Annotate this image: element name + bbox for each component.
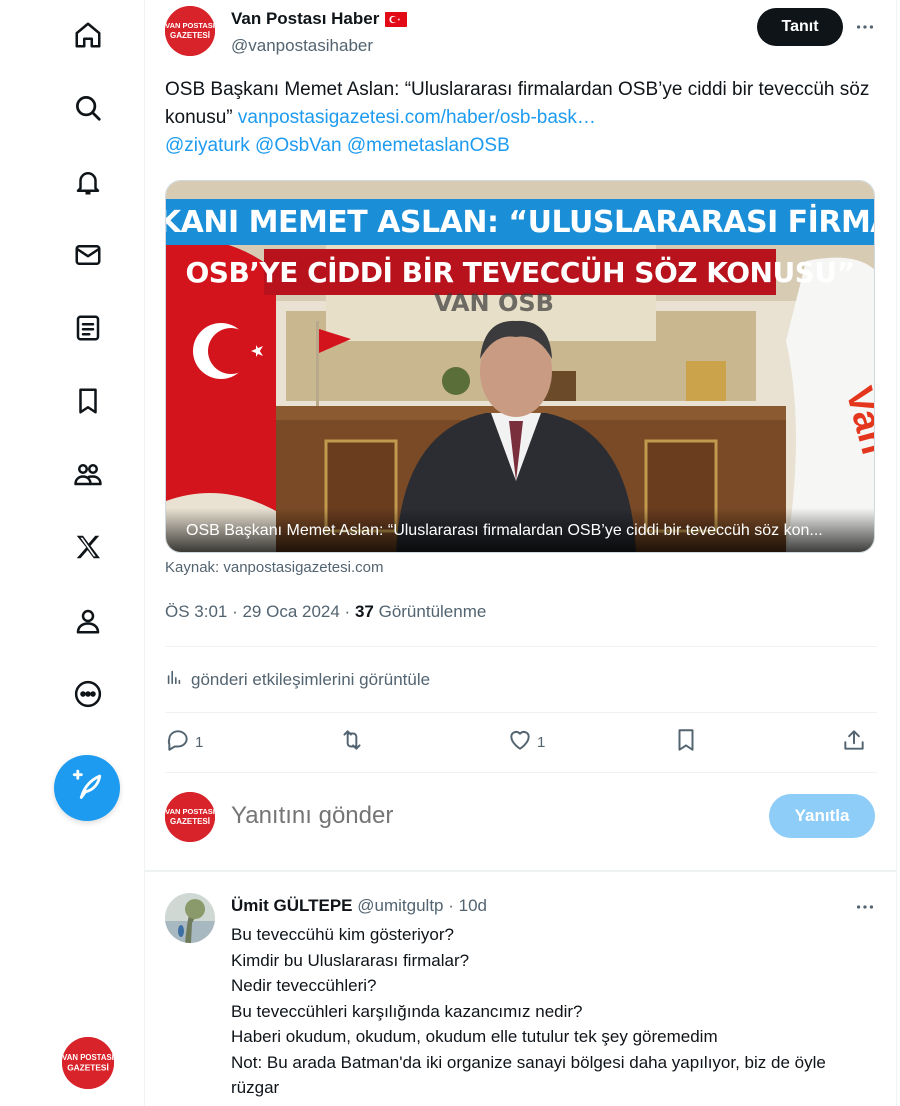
svg-text:GAZETESİ: GAZETESİ [170,817,210,826]
bookmark-icon[interactable] [68,381,108,421]
profile-icon[interactable] [68,601,108,641]
reply-button[interactable]: 1 [165,726,203,758]
divider [165,772,877,773]
comment-line: Bu teveccühü kim gösteriyor? [231,925,454,944]
compose-button[interactable] [54,755,120,821]
commenter-avatar[interactable] [165,893,215,943]
analytics-icon [165,668,183,691]
views-label: Görüntülenme [373,602,487,621]
comment-line: Not: Bu arada Batman'da iki organize san… [231,1052,826,1098]
share-icon [841,727,867,757]
heart-icon [507,727,533,757]
retweet-icon [339,727,365,757]
author-avatar[interactable]: VAN POSTASI GAZETESİ [165,6,215,56]
tweet-text: OSB Başkanı Memet Aslan: “Uluslararası f… [165,76,877,160]
comment-header: Ümit GÜLTEPE @umitgultp · 10d [231,896,487,916]
post-activity-label: gönderi etkileşimlerini görüntüle [191,669,431,689]
like-button[interactable]: 1 [507,726,545,758]
comment-line: Nedir teveccühleri? [231,976,377,995]
post-activity-link[interactable]: gönderi etkileşimlerini görüntüle [165,668,430,691]
tweet-meta: ÖS 3:01 · 29 Oca 2024 · 37 Görüntülenme [165,602,486,622]
tweet-link[interactable]: vanpostasigazetesi.com/haber/osb-bask… [238,107,596,128]
author-name[interactable]: Van Postası Haber [231,9,408,29]
divider [165,712,877,713]
tweet-media[interactable]: Van OSB BAŞKANI MEMET ASLAN: “ULUSLARARA… [165,180,875,553]
left-nav: VAN POSTASI GAZETESİ [0,0,145,1106]
follow-button[interactable]: Tanıt [757,8,843,46]
reply-input[interactable] [231,802,651,830]
bell-icon[interactable] [68,162,108,202]
account-avatar[interactable]: VAN POSTASI GAZETESİ [62,1037,114,1089]
comment-text: Bu teveccühü kim gösteriyor? Kimdir bu U… [231,922,871,1101]
turkey-flag-icon [385,11,408,27]
divider [144,870,896,872]
commenter-name[interactable]: Ümit GÜLTEPE [231,896,353,915]
media-sign: VAN OSB [434,289,554,317]
retweet-button[interactable] [339,726,365,758]
svg-text:VAN POSTASI: VAN POSTASI [165,807,215,816]
action-bar: 1 1 [165,726,877,758]
x-logo-icon[interactable] [68,527,108,567]
media-banner-line1: OSB BAŞKANI MEMET ASLAN: “ULUSLARARASI F… [166,199,874,245]
comment-line: Bu teveccühleri karşılığında kazancımız … [231,1001,583,1021]
svg-text:VAN POSTASI: VAN POSTASI [62,1053,114,1062]
more-circle-icon[interactable] [68,674,108,714]
compose-icon [70,769,104,808]
comment-line: Haberi okudum, okudum, okudum elle tutul… [231,1027,718,1046]
comment-line: Kimdir bu Uluslararası firmalar? [231,950,470,970]
views-count: 37 [354,602,374,621]
bookmark-button[interactable] [673,726,699,758]
svg-text:GAZETESİ: GAZETESİ [170,31,210,40]
reply-icon [165,727,191,757]
list-icon[interactable] [68,308,108,348]
tweet-time[interactable]: ÖS 3:01 · 29 Oca 2024 · [165,602,355,621]
media-source[interactable]: Kaynak: vanpostasigazetesi.com [165,559,383,576]
svg-text:VAN POSTASI: VAN POSTASI [165,21,215,30]
author-handle[interactable]: @vanpostasihaber [231,36,373,56]
author-name-text[interactable]: Van Postası Haber [231,9,379,29]
commenter-handle[interactable]: @umitgultp · 10d [357,896,487,915]
main-column: VAN POSTASI GAZETESİ Van Postası Haber @… [144,0,897,1106]
tweet-mentions[interactable]: @ziyaturk @OsbVan @memetaslanOSB [165,135,510,156]
bookmark-icon [673,727,699,757]
reply-count: 1 [195,733,204,751]
mail-icon[interactable] [68,235,108,275]
reply-avatar[interactable]: VAN POSTASI GAZETESİ [165,792,215,842]
more-options-icon[interactable] [850,12,880,42]
share-button[interactable] [841,726,867,758]
home-icon[interactable] [68,15,108,55]
search-icon[interactable] [68,88,108,128]
comment-more-icon[interactable] [850,892,880,922]
like-count: 1 [537,733,546,751]
reply-submit-button[interactable]: Yanıtla [769,794,875,838]
media-caption: OSB Başkanı Memet Aslan: “Uluslararası f… [166,508,874,552]
svg-text:GAZETESİ: GAZETESİ [67,1062,109,1072]
communities-icon[interactable] [68,454,108,494]
divider [165,646,877,647]
